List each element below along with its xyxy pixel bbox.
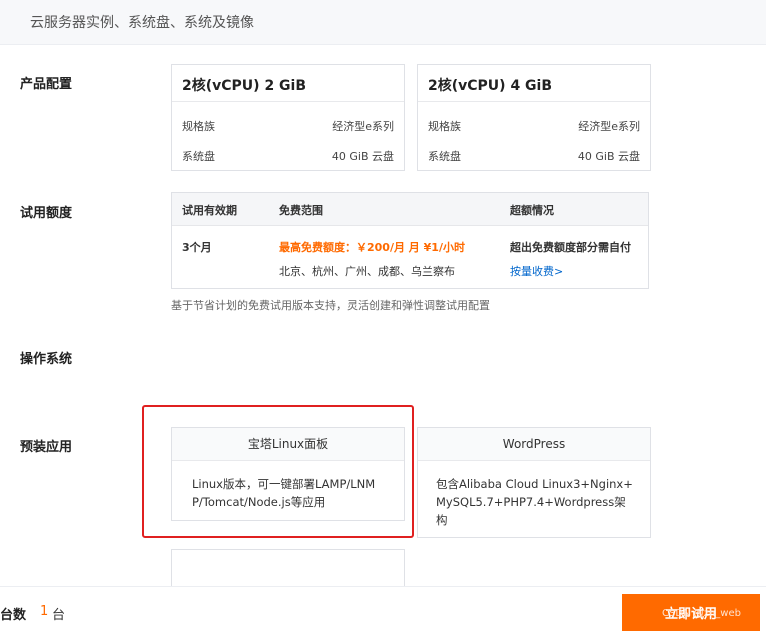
- section-label-quota: 试用额度: [20, 206, 73, 221]
- spec-value: 经济型e系列: [578, 120, 640, 133]
- count-label: 台数: [0, 608, 27, 623]
- app-card-desc: 包含Alibaba Cloud Linux3+Nginx+ MySQL5.7+P…: [418, 461, 650, 529]
- header-free-range: 免费范围: [279, 204, 323, 217]
- disk-label: 系统盘: [428, 150, 461, 163]
- section-label-config: 产品配置: [20, 77, 73, 92]
- spec-label: 规格族: [428, 120, 461, 133]
- app-desc-line: MySQL5.7+PHP7.4+Wordpress架: [436, 495, 626, 509]
- quota-table: 试用有效期 免费范围 超额情况 3个月 最高免费额度：￥200/月 ⽉ ¥1/小…: [171, 192, 649, 289]
- spec-label: 规格族: [182, 120, 215, 133]
- overage-link[interactable]: 按量收费>: [510, 263, 563, 279]
- section-label-apps: 预装应用: [20, 440, 73, 455]
- app-card-title: WordPress: [418, 428, 650, 461]
- config-card-title: 2核(vCPU) 2 GiB: [172, 65, 404, 102]
- spec-value: 经济型e系列: [332, 120, 394, 133]
- disk-label: 系统盘: [182, 150, 215, 163]
- config-card-4g[interactable]: 2核(vCPU) 4 GiB 规格族 经济型e系列 系统盘 40 GiB 云盘: [417, 64, 651, 171]
- app-desc-line: 构: [436, 513, 448, 527]
- config-card-2g[interactable]: 2核(vCPU) 2 GiB 规格族 经济型e系列 系统盘 40 GiB 云盘: [171, 64, 405, 171]
- spec-row: 规格族 经济型e系列: [172, 118, 404, 134]
- overage-text: 超出免费额度部分需自付: [510, 241, 631, 254]
- app-card-partial[interactable]: [171, 549, 405, 589]
- app-card-wordpress[interactable]: WordPress 包含Alibaba Cloud Linux3+Nginx+ …: [417, 427, 651, 538]
- disk-value: 40 GiB 云盘: [577, 150, 640, 163]
- count-value: 1: [40, 604, 49, 619]
- header-overage: 超额情况: [510, 204, 554, 217]
- disk-row: 系统盘 40 GiB 云盘: [172, 148, 404, 164]
- free-limit: 最高免费额度：￥200/月 ⽉ ¥1/小时: [279, 241, 465, 254]
- regions: 北京、杭州、广州、成都、乌兰察布: [279, 265, 455, 278]
- app-desc-line: 包含Alibaba Cloud Linux3+Nginx+: [436, 477, 633, 491]
- quota-table-row: 3个月 最高免费额度：￥200/月 ⽉ ¥1/小时 北京、杭州、广州、成都、乌兰…: [172, 226, 648, 290]
- highlight-box: [142, 405, 414, 538]
- trial-note: 基于节省计划的免费试用版本支持，灵活创建和弹性调整试用配置: [171, 299, 490, 312]
- quota-table-header: 试用有效期 免费范围 超额情况: [172, 193, 648, 226]
- count-unit: 台: [52, 608, 66, 623]
- section-label-os: 操作系统: [20, 352, 73, 367]
- watermark: CSDN @zn_web: [662, 608, 741, 619]
- config-card-title: 2核(vCPU) 4 GiB: [418, 65, 650, 102]
- header-title: 云服务器实例、系统盘、系统及镜像: [30, 15, 254, 31]
- disk-value: 40 GiB 云盘: [331, 150, 394, 163]
- header-period: 试用有效期: [182, 204, 237, 217]
- disk-row: 系统盘 40 GiB 云盘: [418, 148, 650, 164]
- spec-row: 规格族 经济型e系列: [418, 118, 650, 134]
- period-value: 3个月: [182, 241, 212, 254]
